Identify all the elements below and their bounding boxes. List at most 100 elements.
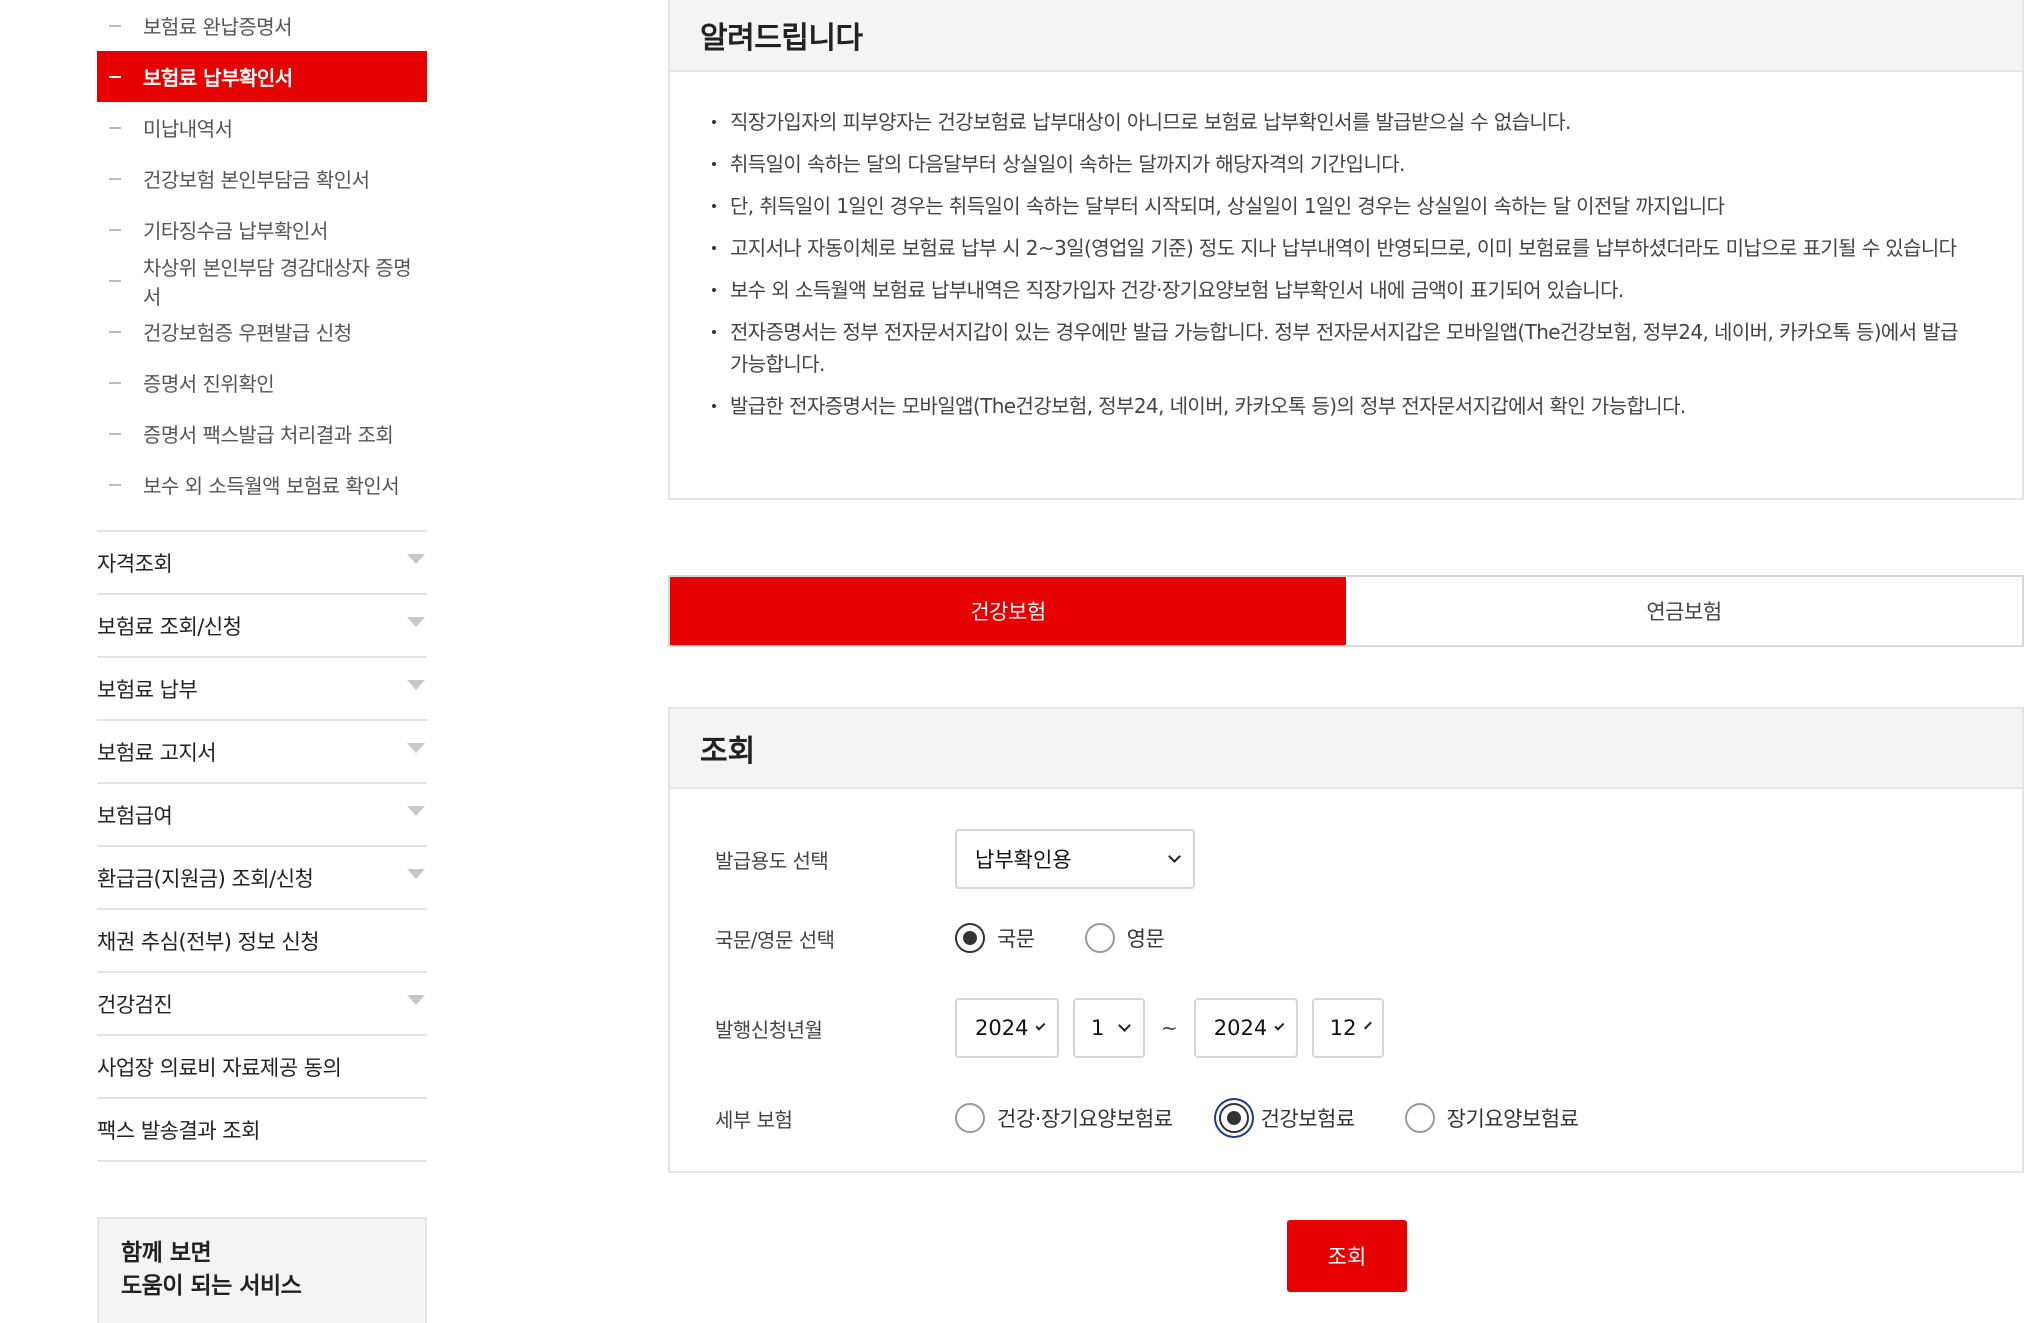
radio-checked-icon <box>1218 1103 1249 1133</box>
submenu-item-other-collection-confirmation[interactable]: 기타징수금 납부확인서 <box>97 204 427 255</box>
caret-down-icon <box>407 994 425 1005</box>
purpose-select[interactable]: 납부확인용 <box>955 829 1195 889</box>
submenu-item-premium-full-payment-certificate[interactable]: 보험료 완납증명서 <box>97 0 427 51</box>
menu-item-label: 보험급여 <box>97 803 173 828</box>
main-menu-list: 자격조회 보험료 조회/신청 보험료 납부 보험료 고지서 보험급여 환급금(지… <box>97 530 427 1162</box>
purpose-label: 발급용도 선택 <box>715 848 829 873</box>
related-services-title-line2: 도움이 되는 서비스 <box>121 1273 302 1299</box>
caret-down-icon <box>407 742 425 753</box>
tab-health-insurance[interactable]: 건강보험 <box>670 577 1346 645</box>
detail-health-radio[interactable]: 건강보험료 <box>1218 1103 1356 1133</box>
menu-item-premium-payment[interactable]: 보험료 납부 <box>97 658 427 721</box>
menu-item-refund[interactable]: 환급금(지원금) 조회/신청 <box>97 847 427 910</box>
menu-item-eligibility[interactable]: 자격조회 <box>97 532 427 595</box>
caret-down-icon <box>407 805 425 816</box>
search-title: 조회 <box>700 734 756 769</box>
search-header: 조회 <box>670 709 2022 789</box>
radio-checked-icon <box>955 923 985 953</box>
to-year-value: 2024 <box>1213 1016 1268 1040</box>
submenu-item-label: 건강보험증 우편발급 신청 <box>143 321 352 345</box>
from-year-select[interactable]: 2024 <box>955 998 1059 1058</box>
language-english-radio[interactable]: 영문 <box>1084 923 1165 953</box>
chevron-down-icon <box>1363 1021 1372 1029</box>
chevron-down-icon <box>1035 1020 1046 1030</box>
dash-icon <box>109 330 121 333</box>
radio-label: 건강·장기요양보험료 <box>997 1107 1173 1131</box>
menu-item-label: 팩스 발송결과 조회 <box>97 1118 260 1143</box>
search-form: 조회 발급용도 선택 납부확인용 국문/영문 선택 국문 영문 발행신청년월 2… <box>668 707 2024 1173</box>
menu-item-health-checkup[interactable]: 건강검진 <box>97 973 427 1036</box>
dash-icon <box>109 177 121 180</box>
notice-header: 알려드립니다 <box>670 0 2022 72</box>
dash-icon <box>109 483 121 486</box>
notice-item: 직장가입자의 피부양자는 건강보험료 납부대상이 아니므로 보험료 납부확인서를… <box>710 106 1962 138</box>
menu-item-premium-notice[interactable]: 보험료 고지서 <box>97 721 427 784</box>
menu-item-fax-result[interactable]: 팩스 발송결과 조회 <box>97 1099 427 1162</box>
dash-icon <box>109 381 121 384</box>
menu-item-label: 보험료 조회/신청 <box>97 614 242 639</box>
submenu-item-label: 증명서 진위확인 <box>143 372 275 396</box>
submenu-item-unpaid-statement[interactable]: 미납내역서 <box>97 102 427 153</box>
sidebar: 보험료 완납증명서 보험료 납부확인서 미납내역서 건강보험 본인부담금 확인서… <box>97 0 427 1323</box>
submenu-list: 보험료 완납증명서 보험료 납부확인서 미납내역서 건강보험 본인부담금 확인서… <box>97 0 427 510</box>
search-submit-button[interactable]: 조회 <box>1287 1220 1407 1292</box>
language-korean-radio[interactable]: 국문 <box>955 923 1035 953</box>
notice-item: 전자증명서는 정부 전자문서지갑이 있는 경우에만 발급 가능합니다. 정부 전… <box>710 316 1962 380</box>
detail-radio-group: 건강·장기요양보험료 건강보험료 장기요양보험료 <box>955 1103 1628 1133</box>
submenu-item-extra-income-premium-confirmation[interactable]: 보수 외 소득월액 보험료 확인서 <box>97 459 427 510</box>
from-month-select[interactable]: 1 <box>1073 998 1145 1058</box>
submenu-item-label: 보수 외 소득월액 보험료 확인서 <box>143 474 400 498</box>
submenu-item-copayment-confirmation[interactable]: 건강보험 본인부담금 확인서 <box>97 153 427 204</box>
language-row: 국문/영문 선택 국문 영문 <box>715 923 1214 953</box>
submenu-item-near-poverty-certificate[interactable]: 차상위 본인부담 경감대상자 증명서 <box>97 255 427 309</box>
notice-item: 단, 취득일이 1일인 경우는 취득일이 속하는 달부터 시작되며, 상실일이 … <box>710 190 1962 222</box>
submenu-item-premium-payment-confirmation[interactable]: 보험료 납부확인서 <box>97 51 427 102</box>
radio-unchecked-icon <box>1404 1103 1435 1133</box>
submenu-item-label: 미납내역서 <box>143 117 233 141</box>
menu-item-label: 사업장 의료비 자료제공 동의 <box>97 1055 342 1080</box>
caret-down-icon <box>407 868 425 879</box>
menu-item-label: 보험료 고지서 <box>97 740 217 765</box>
notice-list: 직장가입자의 피부양자는 건강보험료 납부대상이 아니므로 보험료 납부확인서를… <box>670 72 2022 422</box>
tab-pension-insurance[interactable]: 연금보험 <box>1346 577 2022 645</box>
menu-item-medical-expense-consent[interactable]: 사업장 의료비 자료제공 동의 <box>97 1036 427 1099</box>
radio-label: 국문 <box>997 927 1035 951</box>
submenu-item-fax-result[interactable]: 증명서 팩스발급 처리결과 조회 <box>97 408 427 459</box>
submenu-item-label: 기타징수금 납부확인서 <box>143 219 328 243</box>
dash-icon <box>109 24 121 27</box>
notice-item: 발급한 전자증명서는 모바일앱(The건강보험, 정부24, 네이버, 카카오톡… <box>710 390 1962 422</box>
dash-icon <box>109 126 121 129</box>
dash-icon <box>109 75 121 78</box>
period-row: 발행신청년월 2024 1 ~ 2024 12 <box>715 998 1384 1058</box>
chevron-down-icon <box>1168 849 1181 863</box>
dash-icon <box>109 432 121 435</box>
menu-item-label: 채권 추심(전부) 정보 신청 <box>97 929 320 954</box>
related-services-box: 함께 보면 도움이 되는 서비스 <box>97 1217 427 1323</box>
notice-item: 고지서나 자동이체로 보험료 납부 시 2~3일(영업일 기준) 정도 지나 납… <box>710 232 1962 264</box>
period-label: 발행신청년월 <box>715 1017 823 1042</box>
menu-item-premium-inquiry[interactable]: 보험료 조회/신청 <box>97 595 427 658</box>
purpose-select-value: 납부확인용 <box>975 848 1072 872</box>
detail-health-longterm-radio[interactable]: 건강·장기요양보험료 <box>955 1103 1173 1133</box>
menu-item-insurance-benefits[interactable]: 보험급여 <box>97 784 427 847</box>
submenu-item-label: 건강보험 본인부담금 확인서 <box>143 168 370 192</box>
dash-icon <box>109 228 121 231</box>
submenu-item-label: 증명서 팩스발급 처리결과 조회 <box>143 423 394 447</box>
menu-item-label: 자격조회 <box>97 551 173 576</box>
detail-longterm-radio[interactable]: 장기요양보험료 <box>1404 1103 1579 1133</box>
submenu-item-insurance-card-mail-request[interactable]: 건강보험증 우편발급 신청 <box>97 306 427 357</box>
radio-label: 건강보험료 <box>1260 1107 1356 1131</box>
to-year-select[interactable]: 2024 <box>1193 998 1298 1058</box>
to-month-select[interactable]: 12 <box>1311 998 1384 1058</box>
language-label: 국문/영문 선택 <box>715 927 835 952</box>
menu-item-debt-collection[interactable]: 채권 추심(전부) 정보 신청 <box>97 910 427 973</box>
notice-box: 알려드립니다 직장가입자의 피부양자는 건강보험료 납부대상이 아니므로 보험료… <box>668 0 2024 500</box>
period-separator: ~ <box>1161 1016 1178 1040</box>
submenu-item-certificate-verification[interactable]: 증명서 진위확인 <box>97 357 427 408</box>
from-month-value: 1 <box>1091 1016 1105 1040</box>
radio-label: 영문 <box>1126 927 1165 951</box>
chevron-down-icon <box>1274 1020 1285 1030</box>
menu-item-label: 건강검진 <box>97 992 173 1017</box>
purpose-row: 발급용도 선택 납부확인용 <box>715 829 1195 889</box>
related-services-title-line1: 함께 보면 <box>121 1240 212 1266</box>
